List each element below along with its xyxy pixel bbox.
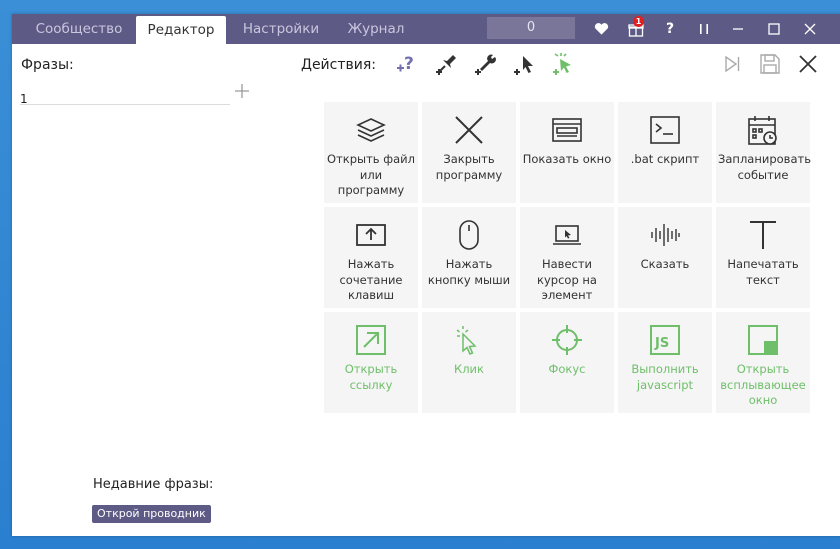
tile-focus[interactable]: Фокус — [520, 312, 614, 413]
layers-icon — [355, 114, 387, 146]
tab-editor[interactable]: Редактор — [136, 16, 226, 44]
tile-hover-element[interactable]: Навести курсор на элемент — [520, 207, 614, 308]
tile-show-window[interactable]: Показать окно — [520, 102, 614, 203]
pause-icon[interactable] — [692, 14, 716, 44]
keyboard-shortcut-icon — [355, 219, 387, 251]
notification-badge: 1 — [633, 16, 644, 27]
counter-field[interactable]: 0 — [487, 17, 575, 39]
close-window-icon[interactable] — [798, 14, 822, 44]
tile-press-shortcut[interactable]: Нажать сочетание клавиш — [324, 207, 418, 308]
crosshair-icon — [551, 324, 583, 356]
phrase-input[interactable]: 1 — [20, 88, 230, 106]
laptop-cursor-icon — [551, 219, 583, 251]
close-editor-icon[interactable] — [796, 52, 820, 76]
add-cursor-icon[interactable] — [513, 52, 537, 76]
step-next-icon[interactable] — [720, 52, 744, 76]
tile-open-link[interactable]: Открыть ссылку — [324, 312, 418, 413]
mouse-icon — [453, 219, 485, 251]
svg-text:JS: JS — [654, 336, 669, 351]
phrase-value: 1 — [20, 92, 28, 106]
phrases-label: Фразы: — [21, 57, 74, 73]
recent-phrases-label: Недавние фразы: — [93, 477, 214, 492]
external-link-icon — [355, 324, 387, 356]
tab-community[interactable]: Сообщество — [24, 14, 134, 44]
actions-grid: Открыть файл или программу Закрыть прогр… — [324, 102, 811, 413]
tile-say[interactable]: Сказать — [618, 207, 712, 308]
text-icon — [747, 219, 779, 251]
tile-press-mouse[interactable]: Нажать кнопку мыши — [422, 207, 516, 308]
gift-icon[interactable]: 1 — [624, 14, 648, 44]
tile-bat-script[interactable]: .bat скрипт — [618, 102, 712, 203]
close-icon — [453, 114, 485, 146]
sound-wave-icon — [649, 219, 681, 251]
tile-run-javascript[interactable]: JS Выполнить javascript — [618, 312, 712, 413]
add-pin-icon[interactable] — [435, 52, 459, 76]
add-phrase-icon[interactable] — [234, 82, 250, 102]
window-icon — [551, 114, 583, 146]
recent-phrase-chip[interactable]: Открой проводник — [92, 505, 211, 523]
maximize-icon[interactable] — [762, 14, 786, 44]
add-tool-icon[interactable] — [474, 52, 498, 76]
javascript-icon: JS — [649, 324, 681, 356]
add-click-icon[interactable] — [552, 52, 576, 76]
actions-label: Действия: — [301, 57, 376, 73]
tile-schedule-event[interactable]: Запланировать событие — [716, 102, 811, 203]
app-window: Сообщество Редактор Настройки Журнал 0 1… — [12, 14, 840, 536]
tile-close-program[interactable]: Закрыть программу — [422, 102, 516, 203]
title-bar: Сообщество Редактор Настройки Журнал 0 1… — [12, 14, 840, 44]
tile-click[interactable]: Клик — [422, 312, 516, 413]
tab-settings[interactable]: Настройки — [236, 14, 326, 44]
popup-window-icon — [747, 324, 779, 356]
help-icon[interactable]: ? — [660, 14, 680, 44]
minimize-icon[interactable] — [726, 14, 750, 44]
svg-text:?: ? — [404, 54, 414, 74]
tile-open-file[interactable]: Открыть файл или программу — [324, 102, 418, 203]
tile-type-text[interactable]: Напечатать текст — [716, 207, 810, 308]
tile-open-popup[interactable]: Открыть всплывающее окно — [716, 312, 810, 413]
save-icon[interactable] — [758, 52, 782, 76]
tab-journal[interactable]: Журнал — [336, 14, 416, 44]
calendar-icon — [747, 114, 779, 146]
add-question-icon[interactable]: ? — [395, 52, 419, 76]
heart-icon[interactable] — [590, 14, 612, 44]
terminal-icon — [649, 114, 681, 146]
click-cursor-icon — [453, 324, 485, 356]
